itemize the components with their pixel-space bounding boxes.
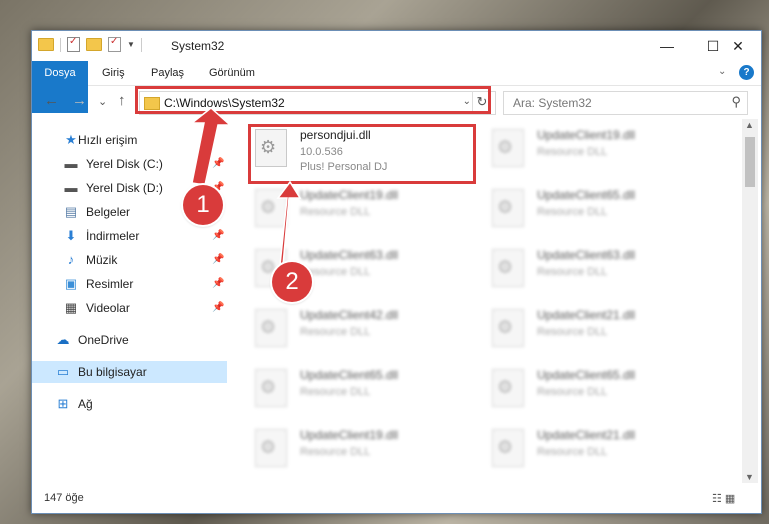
step-1-callout: 1 [183,185,223,225]
arrow-1 [189,107,232,186]
arrow-2 [276,180,302,266]
step-2-callout: 2 [272,262,312,302]
annotation-arrows [189,107,302,266]
